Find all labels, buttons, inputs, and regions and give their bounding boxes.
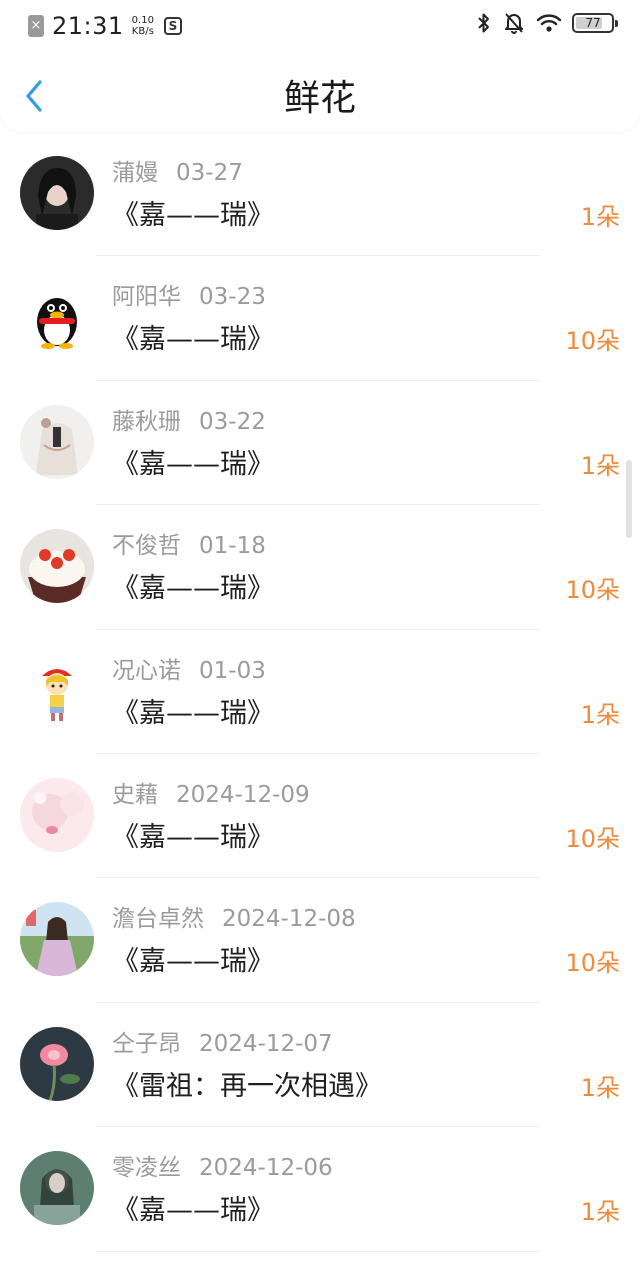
network-speed-unit: KB/s — [131, 26, 154, 37]
work-title: 《嘉——瑞》 — [112, 324, 274, 356]
avatar-image — [20, 404, 94, 479]
status-right: 77 — [464, 12, 618, 34]
send-date: 2024-12-08 — [222, 906, 356, 933]
status-bar: × 21:31 0.10 KB/s S 77 — [0, 0, 640, 52]
avatar[interactable] — [20, 777, 94, 852]
battery-terminal — [615, 20, 618, 27]
work-title: 《嘉——瑞》 — [112, 200, 274, 231]
send-date: 01-18 — [199, 533, 266, 560]
flower-list-item[interactable]: 蒲嫚 03-27 《嘉——瑞》 1朵 — [0, 132, 640, 257]
flower-count: 1朵 — [580, 700, 620, 729]
work-title: 《嘉——瑞》 — [112, 573, 274, 605]
flower-count: 1朵 — [580, 1198, 620, 1227]
avatar[interactable] — [20, 1151, 94, 1226]
sender-name: 澹台卓然 — [112, 906, 204, 933]
sender-name: 不俊哲 — [112, 533, 181, 560]
sender-meta: 仝子昂 2024-12-07 — [112, 1029, 333, 1059]
flower-list-item[interactable]: 仝子昂 2024-12-07 《雷祖：再一次相遇》 1朵 — [0, 1003, 640, 1128]
sender-meta: 阿阳华 03-23 — [112, 282, 266, 312]
sender-meta: 蒲嫚 03-27 — [112, 158, 243, 188]
work-title: 《嘉——瑞》 — [112, 946, 274, 978]
flower-list-item[interactable]: 史藉 2024-12-09 《嘉——瑞》 10朵 — [0, 754, 640, 879]
flower-count: 1朵 — [580, 203, 620, 231]
work-title: 《嘉——瑞》 — [112, 697, 274, 729]
bluetooth-icon — [478, 13, 489, 33]
avatar-image — [20, 777, 94, 852]
sender-meta: 藤秋珊 03-22 — [112, 407, 266, 437]
sender-meta: 史藉 2024-12-09 — [112, 780, 310, 810]
work-title: 《嘉——瑞》 — [112, 448, 274, 480]
sender-meta: 澹台卓然 2024-12-08 — [112, 904, 356, 934]
sender-name: 蒲嫚 — [112, 160, 158, 186]
flower-count: 10朵 — [565, 576, 620, 605]
avatar[interactable] — [20, 156, 94, 230]
network-speed-value: 0.10 — [131, 15, 154, 26]
app-notification-icon: S — [163, 17, 182, 35]
avatar[interactable] — [20, 653, 94, 728]
flower-list: 蒲嫚 03-27 《嘉——瑞》 1朵 阿阳华 03-23 《嘉——瑞》 10朵 — [0, 132, 640, 1252]
avatar[interactable] — [20, 902, 94, 977]
flower-list-item[interactable]: 不俊哲 01-18 《嘉——瑞》 10朵 — [0, 505, 640, 630]
send-date: 2024-12-07 — [199, 1030, 333, 1057]
work-title: 《雷祖：再一次相遇》 — [112, 1070, 382, 1102]
flower-list-item[interactable]: 藤秋珊 03-22 《嘉——瑞》 1朵 — [0, 381, 640, 506]
avatar-image — [20, 280, 94, 355]
avatar-image — [20, 653, 94, 728]
send-date: 2024-12-09 — [176, 781, 310, 808]
sender-name: 零凌丝 — [112, 1155, 181, 1182]
wifi-icon — [536, 14, 562, 32]
sender-meta: 不俊哲 01-18 — [112, 531, 266, 561]
scrollbar[interactable] — [626, 460, 632, 538]
status-left: × 21:31 0.10 KB/s S — [28, 12, 182, 40]
flower-count: 1朵 — [580, 1073, 620, 1102]
sender-meta: 零凌丝 2024-12-06 — [112, 1153, 333, 1183]
send-date: 03-27 — [176, 160, 243, 186]
divider — [96, 1250, 540, 1252]
avatar[interactable] — [20, 529, 94, 604]
navigation-bar: 鲜花 — [0, 52, 640, 132]
battery-icon: 77 — [572, 13, 618, 33]
flower-list-item[interactable]: 零凌丝 2024-12-06 《嘉——瑞》 1朵 — [0, 1127, 640, 1252]
avatar-image — [20, 1151, 94, 1226]
work-title: 《嘉——瑞》 — [112, 1195, 274, 1227]
flower-list-item[interactable]: 况心诺 01-03 《嘉——瑞》 1朵 — [0, 630, 640, 754]
flower-count: 10朵 — [565, 824, 620, 853]
flower-count: 10朵 — [565, 327, 620, 356]
avatar-image — [20, 902, 94, 977]
avatar[interactable] — [20, 280, 94, 355]
flower-count: 10朵 — [565, 949, 620, 978]
battery-percentage: 77 — [585, 16, 601, 30]
bell-muted-icon — [505, 13, 523, 34]
work-title: 《嘉——瑞》 — [112, 821, 274, 853]
send-date: 03-23 — [199, 284, 266, 311]
network-speed: 0.10 KB/s — [132, 15, 154, 37]
send-date: 2024-12-06 — [199, 1155, 333, 1182]
send-date: 03-22 — [199, 408, 266, 435]
sender-name: 藤秋珊 — [112, 408, 181, 435]
flower-count: 1朵 — [580, 451, 620, 480]
sender-name: 阿阳华 — [112, 284, 181, 311]
avatar[interactable] — [20, 1026, 94, 1101]
status-time: 21:31 — [52, 12, 124, 40]
sender-name: 仝子昂 — [112, 1030, 181, 1057]
sender-name: 况心诺 — [112, 657, 181, 684]
page-title: 鲜花 — [283, 78, 356, 119]
avatar-image — [20, 156, 94, 230]
avatar-image — [20, 529, 94, 604]
flower-list-item[interactable]: 澹台卓然 2024-12-08 《嘉——瑞》 10朵 — [0, 878, 640, 1003]
sender-name: 史藉 — [112, 781, 158, 808]
flower-list-item[interactable]: 阿阳华 03-23 《嘉——瑞》 10朵 — [0, 256, 640, 381]
send-date: 01-03 — [199, 657, 266, 684]
sender-meta: 况心诺 01-03 — [112, 656, 266, 686]
avatar[interactable] — [20, 404, 94, 479]
notification-close-icon: × — [28, 15, 44, 37]
avatar-image — [20, 1026, 94, 1101]
